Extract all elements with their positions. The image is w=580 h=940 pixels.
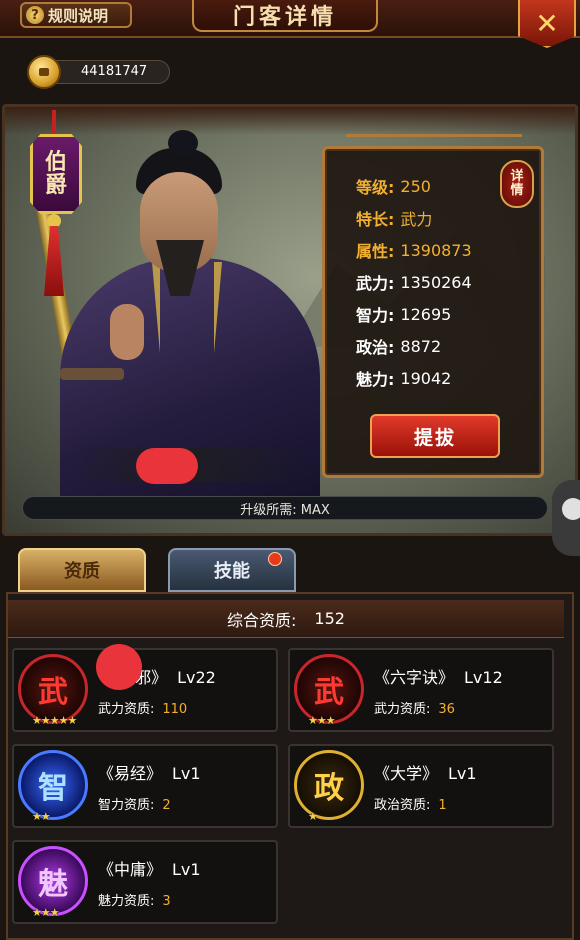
book-icon-char: 武 bbox=[314, 675, 344, 710]
stat-force-label: 武力: bbox=[356, 274, 395, 293]
close-icon: ✕ bbox=[535, 6, 559, 40]
rank-char-2: 爵 bbox=[44, 172, 67, 198]
stats-panel-ornament bbox=[346, 134, 522, 148]
coin-icon bbox=[27, 55, 61, 89]
rank-badge: 伯 爵 bbox=[30, 134, 82, 214]
book-stat-label: 武力资质: bbox=[374, 702, 431, 717]
book-stat-row: 政治资质: 1 bbox=[374, 794, 447, 813]
stat-charm-value: 19042 bbox=[400, 368, 452, 388]
book-stat-label: 智力资质: bbox=[98, 798, 155, 813]
rules-button[interactable]: ? 规则说明 bbox=[20, 2, 132, 28]
book-stat-label: 魅力资质: bbox=[98, 894, 155, 909]
stat-level-value: 250 bbox=[400, 176, 431, 196]
detail-char-2: 情 bbox=[510, 183, 524, 198]
book-stat-row: 武力资质: 110 bbox=[98, 698, 187, 717]
book-title: 《六字诀》 bbox=[374, 668, 455, 687]
book-stat-row: 智力资质: 2 bbox=[98, 794, 171, 813]
close-button[interactable]: ✕ bbox=[518, 0, 576, 48]
politics-icon: 政 bbox=[294, 750, 364, 820]
book-card[interactable]: 武 ★★★★★ 《 莫邪》Lv22 武力资质:110 bbox=[12, 648, 278, 732]
stat-politics: 政治: 8872 bbox=[356, 334, 441, 358]
book-card[interactable]: 政 ★ 《大学》 Lv1 政治资质: 1 bbox=[288, 744, 554, 828]
redaction-mark bbox=[96, 644, 142, 690]
currency-value: 44181747 bbox=[81, 64, 148, 79]
sword-hilt bbox=[60, 368, 124, 380]
book-card[interactable]: 魅 ★★★ 《中庸》 Lv1 魅力资质: 3 bbox=[12, 840, 278, 924]
book-level: Lv1 bbox=[448, 764, 477, 783]
badge-bead bbox=[47, 214, 61, 228]
total-quality-bar: 综合资质: 152 bbox=[8, 600, 564, 638]
stat-specialty-value: 武力 bbox=[400, 210, 433, 229]
stat-level: 等级: 250 bbox=[356, 174, 431, 198]
total-quality-label: 综合资质: bbox=[227, 610, 297, 630]
page-title: 门客详情 bbox=[192, 0, 378, 32]
rank-cord bbox=[52, 110, 56, 136]
book-stat-value: 36 bbox=[438, 702, 455, 717]
stat-attribute: 属性: 1390873 bbox=[356, 238, 472, 262]
book-title-row: 《大学》 Lv1 bbox=[374, 760, 477, 784]
book-stat-value: 1 bbox=[438, 798, 447, 813]
currency-display: 44181747 bbox=[27, 55, 170, 89]
book-stat-row: 魅力资质: 3 bbox=[98, 890, 171, 909]
book-icon-char: 政 bbox=[314, 771, 344, 806]
star-rating: ★★★ bbox=[308, 714, 336, 727]
stat-intellect-label: 智力: bbox=[356, 306, 395, 325]
book-card[interactable]: 智 ★★ 《易经》 Lv1 智力资质: 2 bbox=[12, 744, 278, 828]
book-stat-row: 武力资质: 36 bbox=[374, 698, 455, 717]
stat-level-label: 等级: bbox=[356, 178, 395, 197]
rank-char-1: 伯 bbox=[44, 148, 67, 175]
intellect-icon: 智 bbox=[18, 750, 88, 820]
upgrade-requirement: 升级所需: MAX bbox=[22, 496, 548, 520]
book-stat-label: 武力资质: bbox=[98, 702, 155, 717]
stat-specialty-label: 特长: bbox=[356, 210, 395, 229]
book-stat-value: 2 bbox=[162, 798, 171, 813]
redaction-mark bbox=[136, 448, 198, 484]
stat-force: 武力: 1350264 bbox=[356, 270, 472, 294]
stat-attribute-label: 属性: bbox=[356, 242, 395, 261]
stat-politics-label: 政治: bbox=[356, 338, 395, 357]
character-hand bbox=[110, 304, 144, 360]
book-level: Lv1 bbox=[172, 860, 201, 879]
question-icon: ? bbox=[26, 6, 44, 24]
book-title-row: 《易经》 Lv1 bbox=[98, 760, 201, 784]
book-stat-value: 110 bbox=[162, 702, 188, 717]
stat-force-value: 1350264 bbox=[400, 272, 472, 292]
book-stat-value: 3 bbox=[162, 894, 171, 909]
book-title: 《易经》 bbox=[98, 764, 163, 783]
character-topknot bbox=[168, 130, 198, 156]
star-rating: ★★ bbox=[32, 810, 51, 823]
book-card[interactable]: 武 ★★★ 《六字诀》 Lv12 武力资质: 36 bbox=[288, 648, 554, 732]
star-rating: ★ bbox=[308, 810, 318, 823]
book-title-row: 《中庸》 Lv1 bbox=[98, 856, 201, 880]
book-level: Lv22 bbox=[177, 668, 216, 687]
stat-charm: 魅力: 19042 bbox=[356, 366, 451, 390]
side-panel-handle[interactable] bbox=[552, 480, 580, 556]
promote-button[interactable]: 提拔 bbox=[370, 414, 500, 458]
stat-intellect: 智力: 12695 bbox=[356, 302, 451, 326]
book-stat-label: 政治资质: bbox=[374, 798, 431, 813]
book-icon-char: 武 bbox=[38, 675, 68, 710]
star-rating: ★★★ bbox=[32, 906, 60, 919]
book-title-row: 《六字诀》 Lv12 bbox=[374, 664, 503, 688]
stat-politics-value: 8872 bbox=[400, 336, 442, 356]
book-title: 《中庸》 bbox=[98, 860, 163, 879]
total-quality-value: 152 bbox=[314, 609, 345, 628]
notification-badge bbox=[268, 552, 282, 566]
book-icon-char: 魅 bbox=[38, 867, 68, 902]
book-level: Lv1 bbox=[172, 764, 201, 783]
book-level: Lv12 bbox=[464, 668, 503, 687]
stat-charm-label: 魅力: bbox=[356, 370, 395, 389]
tab-quality[interactable]: 资质 bbox=[18, 548, 146, 592]
detail-button[interactable]: 详 情 bbox=[500, 160, 534, 208]
book-title: 《大学》 bbox=[374, 764, 439, 783]
book-icon-char: 智 bbox=[38, 771, 68, 806]
stat-attribute-value: 1390873 bbox=[400, 240, 472, 260]
star-rating: ★★★★★ bbox=[32, 714, 77, 727]
rules-label: 规则说明 bbox=[48, 6, 109, 25]
detail-char-1: 详 bbox=[510, 168, 524, 184]
stat-specialty: 特长: 武力 bbox=[356, 206, 432, 230]
stat-intellect-value: 12695 bbox=[400, 304, 452, 324]
